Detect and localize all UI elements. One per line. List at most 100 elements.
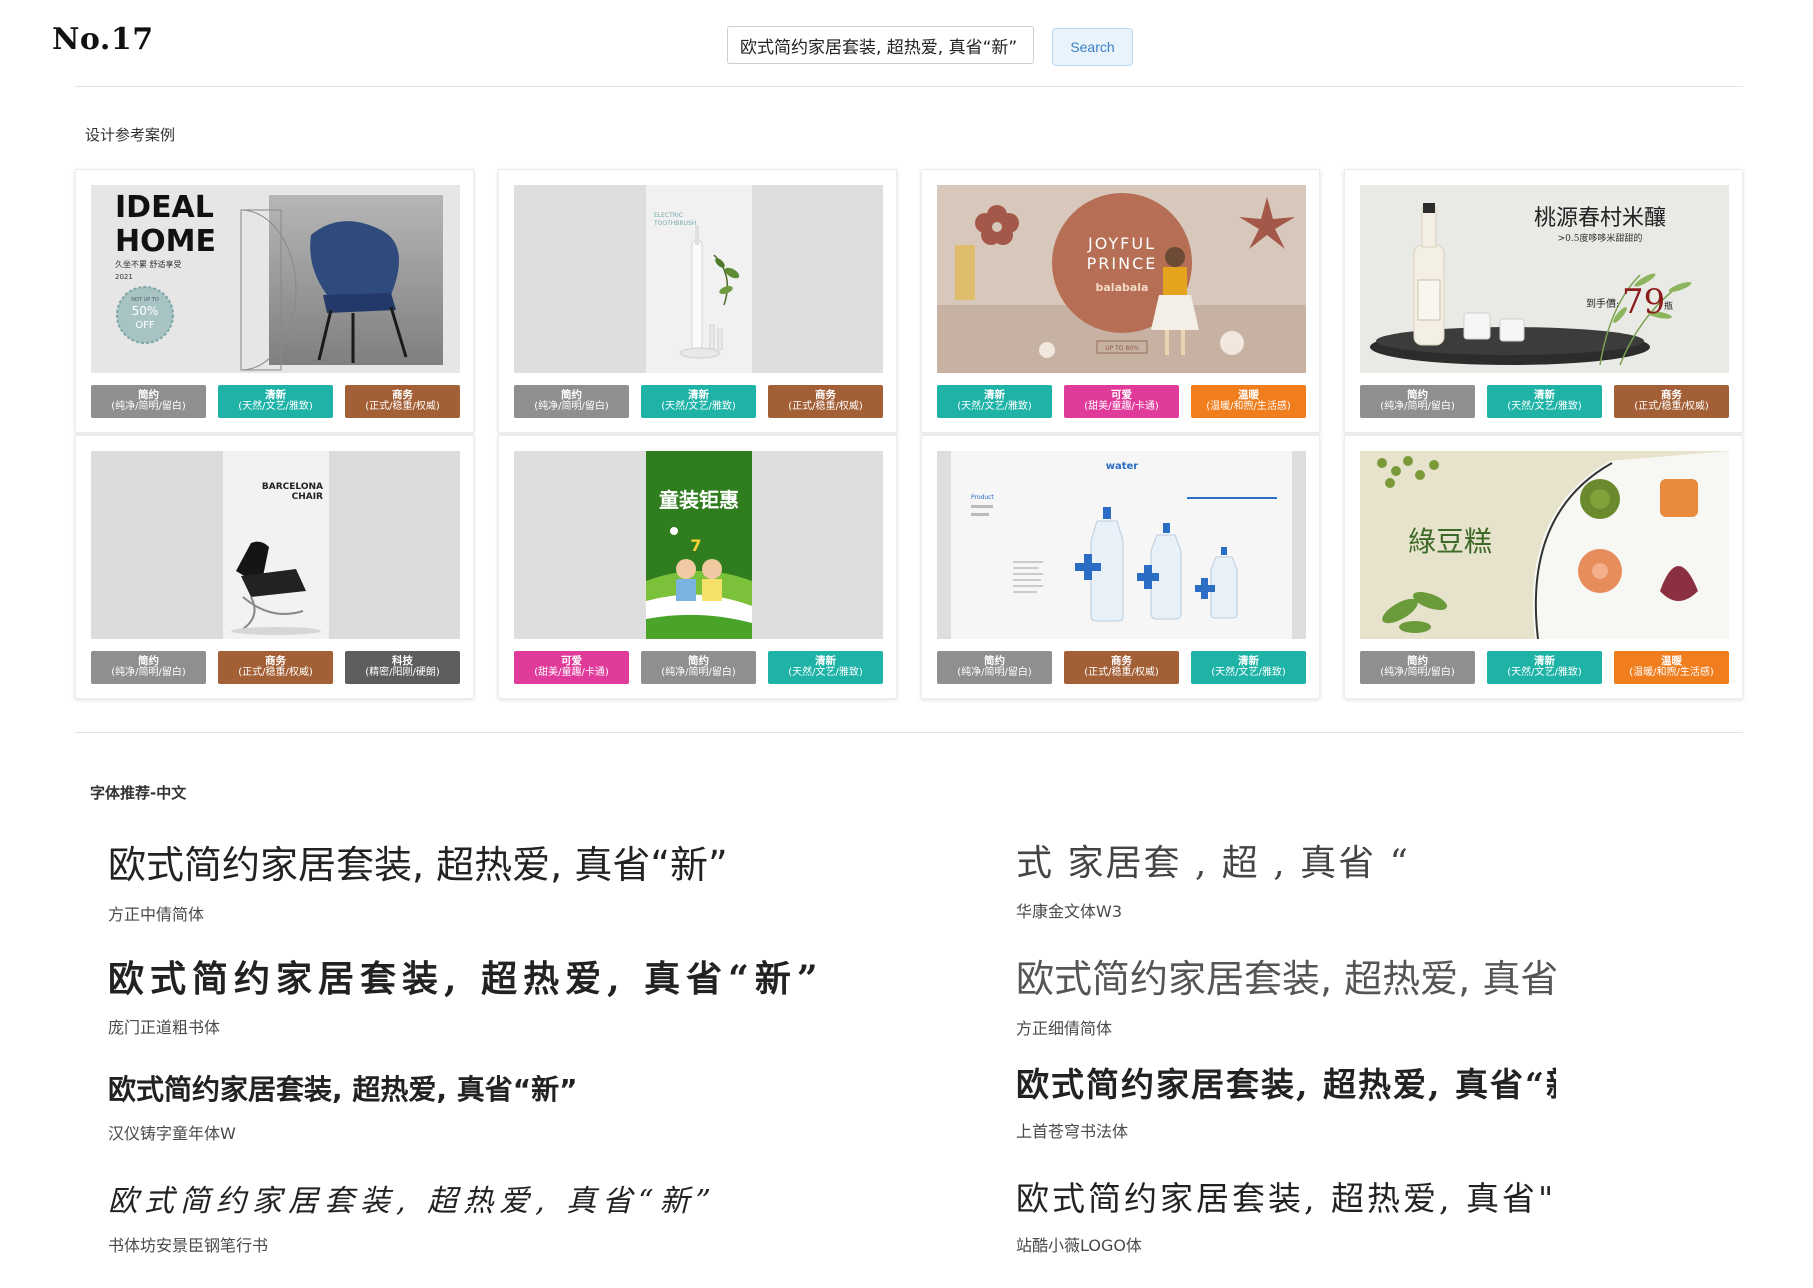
tag-warm[interactable]: 温暖 (温暖/和煦/生活感) [1614, 651, 1729, 684]
font-name: 上首苍穹书法体 [1016, 1122, 1129, 1141]
section-title-fonts: 字体推荐-中文 [90, 784, 187, 802]
tag-row: 简约 (纯净/简明/留白) 商务 (正式/稳重/权威) 科技 (精密/阳刚/硬朗) [91, 651, 460, 684]
case-card[interactable]: 童装钜惠 7 可爱 (甜美/童趣/卡通) 简约 (纯净/简明/留白) 清新 (天然/文… [498, 435, 897, 699]
tag-business[interactable]: 商务 (正式/稳重/权威) [768, 385, 883, 418]
svg-text:50%: 50% [132, 304, 159, 318]
font-sample-text: 式 家居套 , 超 , 真省 “ [1016, 843, 1410, 884]
font-sample: 欧式简约家居套装, 超热爱, 真省 “ 方正细倩简体 [1016, 948, 1556, 1039]
svg-text:water: water [1106, 461, 1139, 472]
svg-text:79: 79 [1622, 282, 1665, 322]
svg-text:>0.5度哆哆米甜甜的: >0.5度哆哆米甜甜的 [1558, 232, 1643, 244]
font-sample-text: 欧式简约家居套装, 超热爱, 真省 “ [1016, 957, 1556, 1001]
font-name: 华康金文体W3 [1016, 902, 1123, 921]
case-card[interactable]: 桃源春村米釀 >0.5度哆哆米甜甜的 到手價: 79 瓶 简约 (纯净/简明/留白… [1344, 169, 1743, 433]
case-image-barcelona-chair: BARCELONA CHAIR [91, 451, 460, 639]
section-title-cases: 设计参考案例 [85, 126, 176, 144]
case-image-rice-wine: 桃源春村米釀 >0.5度哆哆米甜甜的 到手價: 79 瓶 [1360, 185, 1729, 373]
tag-row: 简约 (纯净/简明/留白) 清新 (天然/文艺/雅致) 商务 (正式/稳重/权威) [1360, 385, 1729, 418]
tag-simple[interactable]: 简约 (纯净/简明/留白) [91, 385, 206, 418]
case-card[interactable]: BARCELONA CHAIR 简约 (纯净/简明/留白) 商务 (正式/稳重/权威… [75, 435, 474, 699]
svg-text:balabala: balabala [1096, 281, 1149, 294]
case-card[interactable]: ELECTRIC TOOTHBRUSH 简约 (纯净/简明/留白) 清新 (天然/文… [498, 169, 897, 433]
tag-simple[interactable]: 简约 (纯净/简明/留白) [1360, 651, 1475, 684]
svg-text:2021: 2021 [115, 273, 133, 281]
svg-text:UP TO 80%: UP TO 80% [1105, 345, 1139, 352]
section-divider [75, 732, 1743, 733]
svg-text:瓶: 瓶 [1664, 300, 1673, 312]
font-sample-text: 欧式简约家居套装, 超热爱, 真省“新” [1016, 1065, 1556, 1104]
tag-fresh[interactable]: 清新 (天然/文艺/雅致) [1191, 651, 1306, 684]
case-card[interactable]: JOYFUL PRINCE balabala UP TO 80% 清新 (天然/文… [921, 169, 1320, 433]
font-sample-text: 欧式简约家居套装, 超热爱, 真省“新” [108, 1073, 578, 1106]
svg-text:綠豆糕: 綠豆糕 [1408, 525, 1492, 558]
svg-text:童装钜惠: 童装钜惠 [659, 488, 739, 512]
case-card[interactable]: water Product 简约 (纯净/简明/留白) 商务 (正式/稳重/权威… [921, 435, 1320, 699]
tag-simple[interactable]: 简约 (纯净/简明/留白) [91, 651, 206, 684]
tag-row: 简约 (纯净/简明/留白) 清新 (天然/文艺/雅致) 温暖 (温暖/和煦/生活感) [1360, 651, 1729, 684]
font-name: 方正细倩简体 [1016, 1019, 1113, 1038]
font-sample-text: 欧式简约家居套装, 超热爱, 真省“新” [108, 1184, 717, 1219]
svg-text:CHAIR: CHAIR [292, 492, 323, 502]
case-image-joyful-prince: JOYFUL PRINCE balabala UP TO 80% [937, 185, 1306, 373]
tag-fresh[interactable]: 清新 (天然/文艺/雅致) [937, 385, 1052, 418]
font-name: 汉仪铸字童年体W [108, 1124, 236, 1143]
svg-text:ELECTRIC: ELECTRIC [654, 212, 683, 219]
tag-row: 清新 (天然/文艺/雅致) 可爱 (甜美/童趣/卡通) 温暖 (温暖/和煦/生活感) [937, 385, 1306, 418]
search-input[interactable] [727, 26, 1034, 64]
page-number: No.17 [52, 22, 154, 57]
tag-simple[interactable]: 简约 (纯净/简明/留白) [1360, 385, 1475, 418]
tag-row: 简约 (纯净/简明/留白) 商务 (正式/稳重/权威) 清新 (天然/文艺/雅致) [937, 651, 1306, 684]
tag-simple[interactable]: 简约 (纯净/简明/留白) [937, 651, 1052, 684]
svg-text:久坐不累 舒适享受: 久坐不累 舒适享受 [115, 259, 182, 269]
tag-row: 可爱 (甜美/童趣/卡通) 简约 (纯净/简明/留白) 清新 (天然/文艺/雅致) [514, 651, 883, 684]
svg-text:到手價:: 到手價: [1586, 297, 1619, 310]
tag-fresh[interactable]: 清新 (天然/文艺/雅致) [1487, 385, 1602, 418]
font-sample: 欧式简约家居套装, 超热爱, 真省"新 站酷小薇LOGO体 [1016, 1172, 1556, 1256]
svg-text:桃源春村米釀: 桃源春村米釀 [1534, 206, 1666, 231]
tag-tech[interactable]: 科技 (精密/阳刚/硬朗) [345, 651, 460, 684]
tag-business[interactable]: 商务 (正式/稳重/权威) [218, 651, 333, 684]
font-name: 方正中倩简体 [108, 905, 205, 924]
tag-fresh[interactable]: 清新 (天然/文艺/雅致) [641, 385, 756, 418]
font-sample: 欧式简约家居套装, 超热爱, 真省“新” 方正中倩简体 [108, 834, 728, 925]
font-sample-text: 欧式简约家居套装, 超热爱, 真省“新” [108, 958, 824, 1000]
tag-fresh[interactable]: 清新 (天然/文艺/雅致) [768, 651, 883, 684]
tag-simple[interactable]: 简约 (纯净/简明/留白) [641, 651, 756, 684]
svg-text:Product: Product [971, 494, 994, 501]
case-image-toothbrush: ELECTRIC TOOTHBRUSH [514, 185, 883, 373]
case-card[interactable]: 綠豆糕 简约 (纯净/简明/留白) 清新 (天然/文艺/雅致) 温暖 (温暖/和煦/生… [1344, 435, 1743, 699]
tag-row: 简约 (纯净/简明/留白) 清新 (天然/文艺/雅致) 商务 (正式/稳重/权威) [514, 385, 883, 418]
home-text: HOME [115, 224, 216, 259]
tag-cute[interactable]: 可爱 (甜美/童趣/卡通) [1064, 385, 1179, 418]
font-sample: 欧式简约家居套装, 超热爱, 真省“新” 庞门正道粗书体 [108, 950, 824, 1038]
font-sample: 欧式简约家居套装, 超热爱, 真省“新” 上首苍穹书法体 [1016, 1058, 1556, 1142]
tag-business[interactable]: 商务 (正式/稳重/权威) [345, 385, 460, 418]
search-button[interactable]: Search [1052, 28, 1133, 66]
tag-warm[interactable]: 温暖 (温暖/和煦/生活感) [1191, 385, 1306, 418]
font-sample-text: 欧式简约家居套装, 超热爱, 真省"新 [1016, 1179, 1556, 1218]
svg-text:TOOTHBRUSH: TOOTHBRUSH [653, 220, 696, 227]
font-sample: 欧式简约家居套装, 超热爱, 真省“新” 汉仪铸字童年体W [108, 1068, 578, 1144]
svg-text:JOYFUL: JOYFUL [1087, 234, 1156, 253]
font-sample: 式 家居套 , 超 , 真省 “ 华康金文体W3 [1016, 834, 1556, 922]
tag-cute[interactable]: 可爱 (甜美/童趣/卡通) [514, 651, 629, 684]
tag-simple[interactable]: 简约 (纯净/简明/留白) [514, 385, 629, 418]
svg-text:7: 7 [690, 536, 701, 555]
font-sample-text: 欧式简约家居套装, 超热爱, 真省“新” [108, 843, 728, 887]
tag-business[interactable]: 商务 (正式/稳重/权威) [1614, 385, 1729, 418]
svg-text:OFF: OFF [135, 320, 155, 331]
header-divider [75, 86, 1743, 87]
case-image-ideal-home: IDEAL HOME 久坐不累 舒适享受 2021 NOT UP TO 50% … [91, 185, 460, 373]
font-name: 书体坊安景臣钢笔行书 [108, 1236, 269, 1255]
tag-fresh[interactable]: 清新 (天然/文艺/雅致) [218, 385, 333, 418]
tag-business[interactable]: 商务 (正式/稳重/权威) [1064, 651, 1179, 684]
header: No.17 Search [0, 0, 1813, 86]
ideal-text: IDEAL [115, 190, 214, 225]
font-sample: 欧式简约家居套装, 超热爱, 真省“新” 书体坊安景臣钢笔行书 [108, 1176, 717, 1256]
case-image-water: water Product [937, 451, 1306, 639]
case-grid: IDEAL HOME 久坐不累 舒适享受 2021 NOT UP TO 50% … [75, 169, 1743, 699]
case-card[interactable]: IDEAL HOME 久坐不累 舒适享受 2021 NOT UP TO 50% … [75, 169, 474, 433]
svg-text:BARCELONA: BARCELONA [262, 482, 323, 492]
case-image-mung-bean-cake: 綠豆糕 [1360, 451, 1729, 639]
tag-fresh[interactable]: 清新 (天然/文艺/雅致) [1487, 651, 1602, 684]
